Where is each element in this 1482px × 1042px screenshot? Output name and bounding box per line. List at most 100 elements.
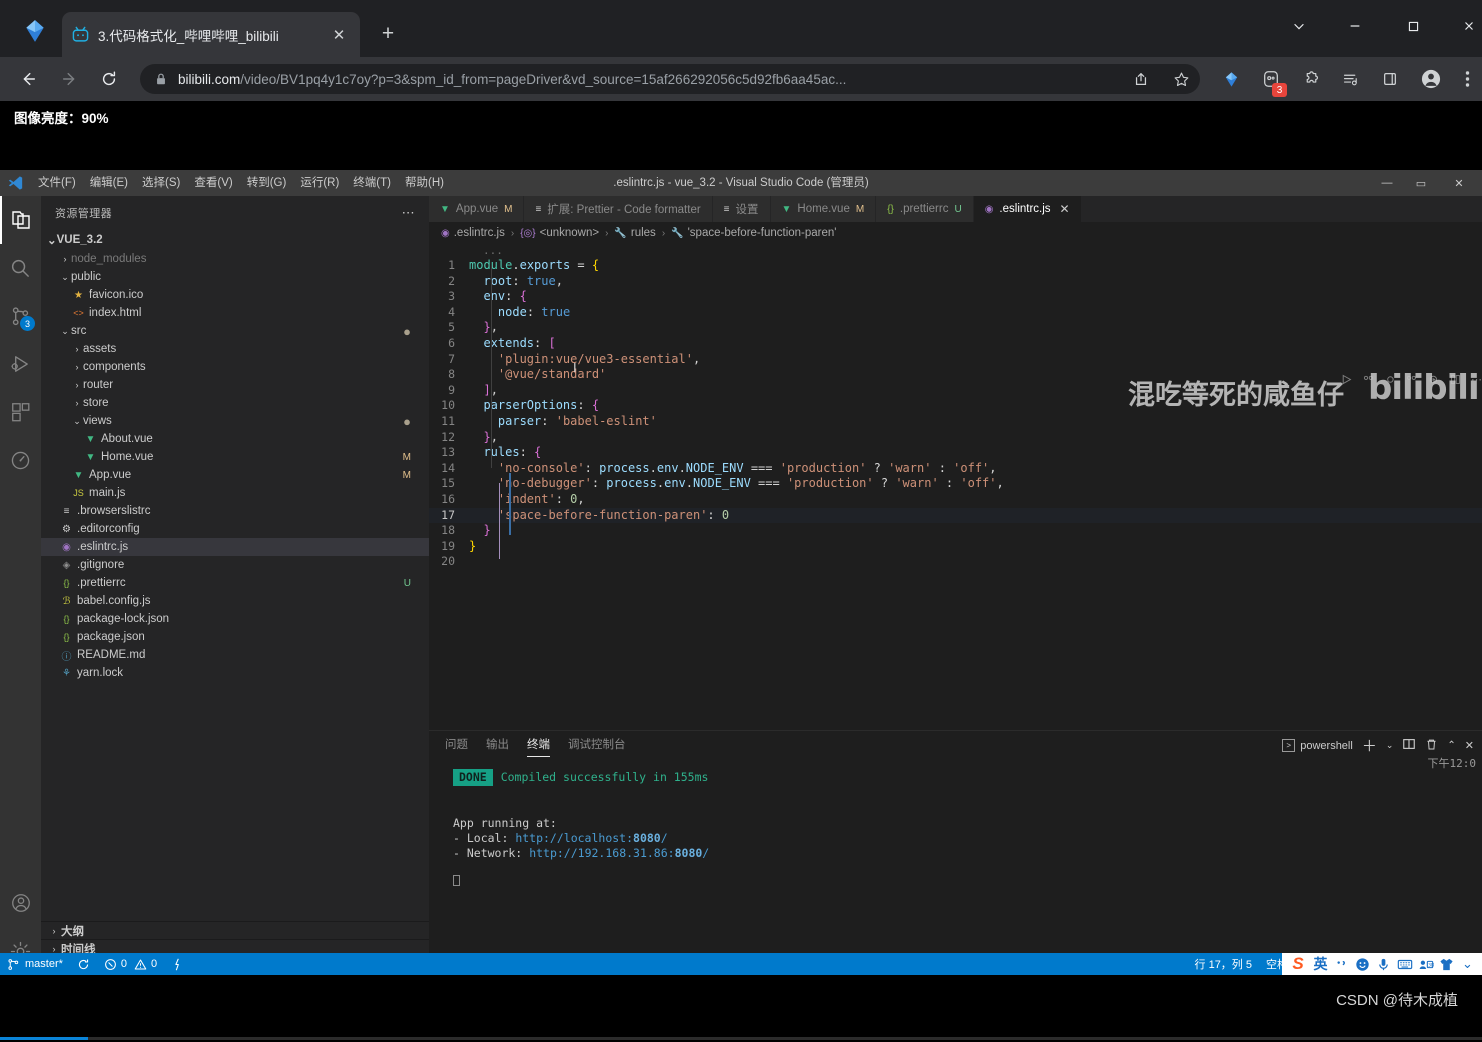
tree-item-index-html[interactable]: <> index.html xyxy=(41,304,429,322)
menu-go[interactable]: 转到(G) xyxy=(240,170,294,196)
panel-tab-终端[interactable]: 终端 xyxy=(527,731,550,759)
code-line[interactable]: 3 env: { xyxy=(429,289,1482,305)
browser-menu-kebab-icon[interactable] xyxy=(1458,66,1476,92)
collapse-panel-chevron-up-icon[interactable]: ⌃ xyxy=(1447,740,1455,751)
code-line[interactable]: 15 'no-debugger': process.env.NODE_ENV =… xyxy=(429,476,1482,492)
tree-item-views[interactable]: ⌄ views ● xyxy=(41,412,429,430)
tree-item-home-vue[interactable]: ▼ Home.vue M xyxy=(41,448,429,466)
breadcrumb-item-0[interactable]: ◉ .eslintrc.js xyxy=(441,227,505,239)
tree-item-node-modules[interactable]: › node_modules xyxy=(41,250,429,268)
tree-item-babel-config-js[interactable]: ℬbabel.config.js xyxy=(41,592,429,610)
skin-icon[interactable] xyxy=(1436,954,1457,974)
tree-item-readme-md[interactable]: ⓘ README.md xyxy=(41,646,429,664)
breadcrumb[interactable]: ◉ .eslintrc.js › {◎} <unknown> › 🔧 rules › 🔧'spac… xyxy=(429,222,1482,244)
close-panel-icon[interactable]: ✕ xyxy=(1465,739,1474,752)
tree-item-eslintrc-js[interactable]: ◉ .eslintrc.js xyxy=(41,538,429,556)
workspace-root-row[interactable]: ⌄ VUE_3.2 xyxy=(41,230,429,250)
code-line[interactable]: 2 root: true, xyxy=(429,274,1482,290)
code-line[interactable]: 6 extends: [ xyxy=(429,336,1482,352)
breadcrumb-item-1[interactable]: {◎} <unknown> xyxy=(520,227,599,239)
tray-more-icon[interactable]: ⌄ xyxy=(1457,954,1478,974)
tree-item-editorconfig[interactable]: ⚙ .editorconfig xyxy=(41,520,429,538)
tree-item-store[interactable]: › store xyxy=(41,394,429,412)
statusbar-cursor-position[interactable]: 行 17，列 5 xyxy=(1188,953,1259,975)
menu-help[interactable]: 帮助(H) xyxy=(398,170,451,196)
code-line[interactable]: 20 xyxy=(429,554,1482,570)
activitybar-item-source-control[interactable]: 3 xyxy=(0,292,41,340)
folded-region-dots[interactable]: ... xyxy=(483,244,503,257)
menu-edit[interactable]: 编辑(E) xyxy=(83,170,135,196)
add-terminal-icon[interactable]: ＋ xyxy=(1362,735,1377,756)
bookmark-star-icon[interactable] xyxy=(1168,66,1194,92)
code-line[interactable]: 7 'plugin:vue/vue3-essential', xyxy=(429,352,1482,368)
tree-item-yarn-lock[interactable]: ⚘ yarn.lock xyxy=(41,664,429,682)
tree-item-about-vue[interactable]: ▼ About.vue xyxy=(41,430,429,448)
editor-tab-[interactable]: ≡ 设置 xyxy=(712,196,771,222)
sogou-s-icon[interactable]: S xyxy=(1286,953,1310,975)
tree-item-app-vue[interactable]: ▼ App.vue M xyxy=(41,466,429,484)
sidebar-section-outline[interactable]: › 大纲 xyxy=(41,921,429,939)
editor-tab-close-icon[interactable]: ✕ xyxy=(1060,202,1070,216)
breadcrumb-item-2[interactable]: 🔧 rules xyxy=(614,227,655,239)
code-line[interactable]: 17 'space-before-function-paren': 0 xyxy=(429,507,1482,524)
vscode-restore-icon[interactable]: ▭ xyxy=(1404,170,1438,196)
code-line[interactable]: 11 parser: 'babel-eslint' xyxy=(429,414,1482,430)
menu-terminal[interactable]: 终端(T) xyxy=(346,170,398,196)
chevron-down-icon[interactable] xyxy=(1278,8,1320,44)
editor-tab-prettier-code-formatter[interactable]: ≡ 扩展: Prettier - Code formatter xyxy=(524,196,713,222)
tree-item-package-json[interactable]: {} package.json xyxy=(41,628,429,646)
tree-item-assets[interactable]: › assets xyxy=(41,340,429,358)
breadcrumb-item-3[interactable]: 🔧'space-before-function-paren' xyxy=(671,227,836,239)
browser-minimize-icon[interactable] xyxy=(1334,8,1376,44)
code-line[interactable]: 4 node: true xyxy=(429,305,1482,321)
terminal-dropdown-chevron-icon[interactable]: ⌄ xyxy=(1386,740,1394,751)
tree-item-favicon-ico[interactable]: ★ favicon.ico xyxy=(41,286,429,304)
editor-tab-prettierrc[interactable]: {} .prettierrc U xyxy=(876,196,974,222)
code-editor[interactable]: ... 1module.exports = {2 root: true,3 en… xyxy=(429,244,1482,730)
local-url[interactable]: http://localhost:8080/ xyxy=(515,831,667,845)
terminal-selector[interactable]: > powershell xyxy=(1282,739,1353,752)
code-line[interactable]: 18 } xyxy=(429,523,1482,539)
puzzle-icon[interactable] xyxy=(1298,66,1324,92)
punctuation-icon[interactable] xyxy=(1331,954,1352,974)
statusbar-problems[interactable]: 0 0 xyxy=(97,953,164,975)
code-line[interactable]: 5 }, xyxy=(429,320,1482,336)
activitybar-item-accounts[interactable] xyxy=(0,879,41,927)
side-panel-icon[interactable] xyxy=(1377,66,1403,92)
address-bar[interactable]: bilibili.com/video/BV1pq4y1c7oy?p=3&spm_… xyxy=(140,64,1200,94)
code-line[interactable]: 12 }, xyxy=(429,430,1482,446)
tree-item-main-js[interactable]: JS main.js xyxy=(41,484,429,502)
panel-tab-问题[interactable]: 问题 xyxy=(445,731,468,759)
editor-tab-eslintrc-js[interactable]: ◉ .eslintrc.js ✕ xyxy=(973,196,1082,222)
back-arrow-icon[interactable] xyxy=(15,66,41,92)
code-line[interactable]: 8 '@vue/standard' xyxy=(429,367,1482,383)
tree-item-src[interactable]: ⌄ src ● xyxy=(41,322,429,340)
sidebar-more-ellipsis-icon[interactable]: ⋯ xyxy=(402,205,415,221)
share-icon[interactable] xyxy=(1128,66,1154,92)
tree-item-prettierrc[interactable]: {} .prettierrc U xyxy=(41,574,429,592)
scan-3d-icon[interactable]: 3D xyxy=(1415,954,1436,974)
new-tab-button[interactable]: + xyxy=(374,20,402,48)
browser-close-icon[interactable] xyxy=(1448,8,1482,44)
activitybar-item-run-debug[interactable] xyxy=(0,340,41,388)
menu-selection[interactable]: 选择(S) xyxy=(135,170,187,196)
ime-mode-button[interactable]: 英 xyxy=(1310,954,1331,974)
keyboard-icon[interactable] xyxy=(1394,954,1415,974)
activitybar-item-extensions[interactable] xyxy=(0,388,41,436)
statusbar-sync-icon[interactable] xyxy=(70,953,97,975)
network-url[interactable]: http://192.168.31.86:8080/ xyxy=(529,846,709,860)
reading-list-icon[interactable] xyxy=(1337,66,1363,92)
tree-item-package-lock-json[interactable]: {} package-lock.json xyxy=(41,610,429,628)
statusbar-radio-tower-icon[interactable] xyxy=(164,953,191,975)
microphone-icon[interactable] xyxy=(1373,954,1394,974)
activitybar-item-explorer[interactable] xyxy=(0,196,41,244)
menu-run[interactable]: 运行(R) xyxy=(293,170,346,196)
statusbar-branch[interactable]: master* xyxy=(0,953,70,975)
code-line[interactable]: 13 rules: { xyxy=(429,445,1482,461)
code-line[interactable]: 9 ], xyxy=(429,383,1482,399)
emoji-icon[interactable] xyxy=(1352,954,1373,974)
editor-tab-app-vue[interactable]: ▼ App.vue M xyxy=(429,196,525,222)
menu-file[interactable]: 文件(F) xyxy=(31,170,83,196)
code-line[interactable]: 14 'no-console': process.env.NODE_ENV ==… xyxy=(429,461,1482,477)
browser-maximize-icon[interactable] xyxy=(1392,8,1434,44)
